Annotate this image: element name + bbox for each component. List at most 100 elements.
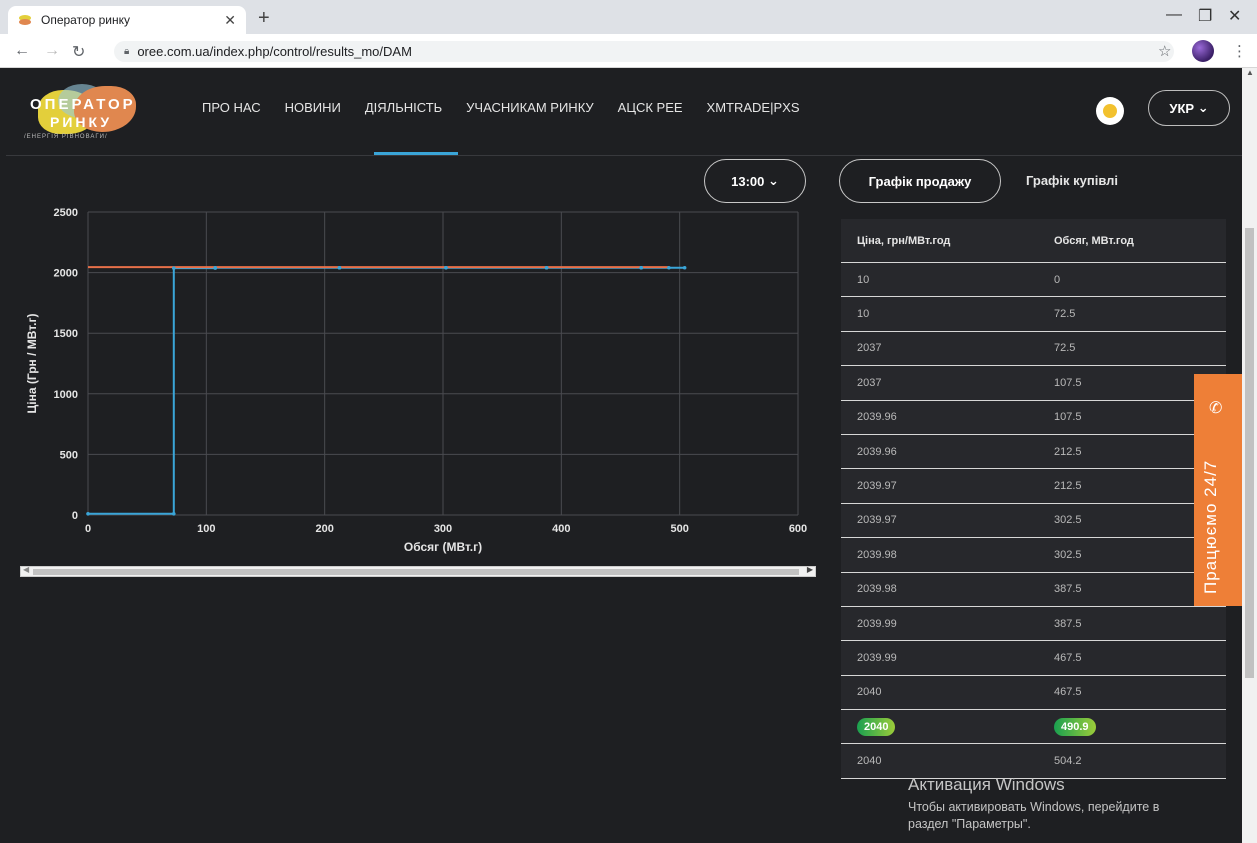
forward-icon[interactable]: → (44, 42, 60, 60)
y-tick-label: 2000 (54, 268, 78, 280)
scroll-right-icon[interactable]: ▶ (807, 565, 813, 574)
header-volume: Обсяг, МВт.год (1054, 234, 1134, 247)
nav-item-xmtrade[interactable]: XMTRADE|PXS (707, 100, 800, 115)
tab-buy-graph[interactable]: Графік купівлі (1026, 173, 1118, 188)
table-row: 2039.96 212.5 (841, 435, 1226, 470)
logo-line2: РИНКУ (50, 114, 113, 130)
cell-price: 2039.96 (857, 411, 897, 424)
x-tick-label: 400 (552, 523, 570, 535)
main-content: 13:00 ⌄ 0 500 1000 1500 2000 2500 0 100 200 300 40… (6, 157, 1242, 843)
supply-curve-chart: 0 500 1000 1500 2000 2500 0 100 200 300 400 500 600 О… (25, 207, 807, 554)
cell-price: 2037 (857, 376, 882, 389)
y-axis-label: Ціна (Грн / МВт.г) (25, 314, 39, 414)
table-row: 10 72.5 (841, 297, 1226, 332)
table-row: 2039.97 302.5 (841, 504, 1226, 539)
hour-value: 13:00 (731, 173, 765, 189)
browser-tab[interactable]: Оператор ринку ✕ (8, 6, 246, 34)
data-point (171, 511, 176, 516)
activation-title: Активация Windows (908, 775, 1065, 794)
support-label: Працюємо 24/7 (1201, 459, 1220, 594)
restore-icon[interactable]: ❐ (1198, 6, 1212, 26)
cell-volume: 387.5 (1054, 617, 1082, 630)
lock-icon: 🔒︎ (124, 46, 130, 57)
x-tick-label: 0 (85, 523, 91, 535)
site-logo[interactable]: ОПЕРАТОР РИНКУ /ЕНЕРГІЯ РІВНОВАГИ/ (24, 82, 146, 144)
cell-price: 2039.98 (857, 583, 897, 596)
windows-activation-watermark: Активация Windows Чтобы активировать Win… (908, 775, 1159, 833)
close-tab-icon[interactable]: ✕ (224, 12, 236, 29)
nav-item-acsk[interactable]: АЦСК РЕЕ (618, 100, 683, 115)
cell-price: 10 (857, 273, 870, 286)
table-row: 2039.99 467.5 (841, 641, 1226, 676)
table-row: 2039.99 387.5 (841, 607, 1226, 642)
browser-tab-title: Оператор ринку (41, 13, 131, 27)
nav-item-activity[interactable]: ДІЯЛЬНІСТЬ (365, 100, 442, 115)
url-input[interactable]: 🔒︎ oree.com.ua/index.php/control/results… (114, 41, 1174, 62)
cell-volume: 72.5 (1054, 308, 1076, 321)
activation-line1: Чтобы активировать Windows, перейдите в (908, 800, 1160, 814)
table-row: 2039.98 387.5 (841, 573, 1226, 607)
theme-toggle-icon[interactable] (1096, 97, 1124, 125)
nav-item-participants[interactable]: УЧАСНИКАМ РИНКУ (466, 100, 594, 115)
cell-price: 2039.98 (857, 548, 897, 561)
x-tick-label: 300 (434, 523, 452, 535)
table-row: 2039.98 302.5 (841, 538, 1226, 573)
highlight-badge: 490.9 (1054, 717, 1096, 736)
y-tick-label: 500 (60, 449, 78, 461)
scroll-up-icon[interactable]: ▲ (1246, 68, 1254, 77)
chart-horizontal-scrollbar[interactable]: ◀ ▶ (20, 565, 816, 577)
cell-volume: 0 (1054, 273, 1061, 286)
table-row: 10 0 (841, 263, 1226, 298)
new-tab-icon[interactable]: + (258, 7, 270, 30)
menu-kebab-icon[interactable]: ⋮ (1232, 42, 1247, 60)
language-label: УКР (1169, 100, 1195, 116)
y-tick-label: 1000 (54, 389, 78, 401)
cell-price: 2039.97 (857, 514, 897, 527)
nav-item-news[interactable]: НОВИНИ (285, 100, 341, 115)
site-favicon-icon (18, 13, 32, 27)
activation-line2: раздел "Параметры". (908, 817, 1031, 831)
data-point (213, 265, 218, 270)
close-window-icon[interactable]: ✕ (1228, 6, 1241, 26)
cell-price: 2040 (841, 717, 1054, 736)
bookmark-star-icon[interactable]: ☆ (1158, 42, 1171, 60)
browser-addressbar: ← → ↻ 🔒︎ oree.com.ua/index.php/control/r… (0, 34, 1257, 68)
logo-line1: ОПЕРАТОР (30, 96, 136, 113)
main-nav: ПРО НАС НОВИНИ ДІЯЛЬНІСТЬ УЧАСНИКАМ РИНК… (202, 100, 824, 115)
table-row: 2040 490.9 (841, 710, 1226, 745)
profile-avatar[interactable] (1192, 40, 1214, 62)
back-icon[interactable]: ← (14, 42, 30, 60)
tab-sell-graph[interactable]: Графік продажу (839, 159, 1001, 203)
nav-item-about[interactable]: ПРО НАС (202, 100, 261, 115)
data-point (337, 265, 342, 270)
table-row: 2039.96 107.5 (841, 401, 1226, 435)
scrollbar-thumb[interactable] (33, 569, 799, 575)
highlight-badge: 2040 (857, 717, 896, 736)
chevron-down-icon: ⌄ (1197, 100, 1209, 115)
y-tick-label: 2500 (54, 207, 78, 219)
data-point (171, 266, 176, 270)
x-tick-label: 200 (315, 523, 333, 535)
scroll-left-icon[interactable]: ◀ (23, 565, 29, 574)
support-24-7-button[interactable]: ✆ Працюємо 24/7 (1194, 374, 1242, 606)
nav-active-indicator (374, 152, 458, 155)
reload-icon[interactable]: ↻ (72, 42, 85, 62)
data-point (544, 265, 549, 270)
cell-price: 2039.96 (857, 445, 897, 458)
x-tick-label: 600 (789, 523, 807, 535)
data-point (682, 265, 687, 270)
table-row: 2040 467.5 (841, 676, 1226, 711)
table-row: 2040 504.2 (841, 744, 1226, 779)
logo-tagline: /ЕНЕРГІЯ РІВНОВАГИ/ (24, 134, 108, 140)
data-point (86, 511, 90, 516)
language-select[interactable]: УКР ⌄ (1148, 90, 1230, 126)
minimize-icon[interactable]: — (1166, 6, 1182, 24)
cell-price: 2040 (857, 686, 882, 699)
cell-volume: 467.5 (1054, 651, 1082, 664)
page-vertical-scrollbar[interactable]: ▲ (1242, 68, 1257, 843)
page-scrollbar-thumb[interactable] (1245, 228, 1254, 678)
url-text: oree.com.ua/index.php/control/results_mo… (137, 44, 412, 59)
cell-volume: 504.2 (1054, 755, 1082, 768)
cell-price: 10 (857, 308, 870, 321)
table-row: 2037 107.5 (841, 366, 1226, 401)
